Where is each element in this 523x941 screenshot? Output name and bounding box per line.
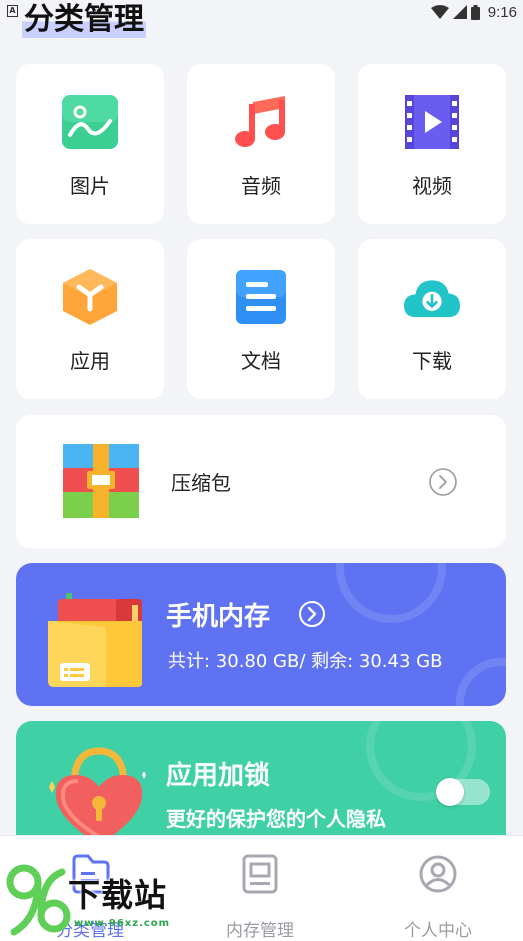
category-grid: 图片 音频 视频 应用 文档 下载 (16, 64, 506, 399)
category-label: 音频 (241, 174, 281, 198)
nav-personal-center[interactable]: 个人中心 (378, 854, 498, 941)
user-circle-icon (419, 855, 457, 893)
memory-usage-text: 共计: 30.80 GB/ 剩余: 30.43 GB (168, 651, 443, 672)
category-label: 图片 (70, 174, 110, 198)
bottom-nav: 分类管理 内存管理 个人中心 (0, 835, 523, 941)
category-label: 文档 (241, 349, 281, 373)
status-icons: 9:16 (430, 2, 517, 22)
app-cube-icon (62, 269, 118, 325)
archive-box-icon (63, 444, 139, 518)
storage-folder-icon (48, 593, 142, 687)
page-title: 分类管理 (22, 0, 146, 38)
nav-category-manage[interactable]: 分类管理 (30, 854, 150, 941)
cloud-download-icon (404, 269, 460, 325)
category-label: 下载 (412, 349, 452, 373)
nav-label: 分类管理 (56, 921, 124, 941)
notification-icon: A (7, 5, 18, 17)
music-note-icon (233, 94, 289, 150)
toggle-knob (436, 778, 464, 806)
video-play-icon (404, 94, 460, 150)
sd-card-icon (242, 854, 278, 894)
category-video[interactable]: 视频 (358, 64, 506, 224)
memory-title: 手机内存 (166, 602, 271, 632)
chevron-right-icon[interactable] (428, 467, 458, 497)
app-lock-subtitle: 更好的保护您的个人隐私 (166, 807, 386, 831)
chevron-right-icon[interactable] (298, 600, 326, 628)
phone-memory-card[interactable]: 手机内存 共计: 30.80 GB/ 剩余: 30.43 GB (16, 563, 506, 706)
nav-label: 内存管理 (226, 921, 294, 941)
category-documents[interactable]: 文档 (187, 239, 335, 399)
image-icon (62, 94, 118, 150)
category-label: 应用 (70, 349, 110, 373)
folder-icon (72, 854, 110, 894)
category-images[interactable]: 图片 (16, 64, 164, 224)
archive-label: 压缩包 (171, 471, 231, 495)
clock: 9:16 (487, 3, 517, 21)
status-bar: A 分类管理 9:16 (0, 0, 523, 38)
category-downloads[interactable]: 下载 (358, 239, 506, 399)
nav-label: 个人中心 (404, 921, 472, 941)
battery-icon (470, 4, 480, 20)
category-archives[interactable]: 压缩包 (16, 415, 506, 548)
category-label: 视频 (412, 174, 452, 198)
category-audio[interactable]: 音频 (187, 64, 335, 224)
decor-circle (336, 563, 446, 623)
category-apps[interactable]: 应用 (16, 239, 164, 399)
app-lock-toggle[interactable] (436, 778, 490, 806)
signal-icon (452, 5, 467, 19)
nav-memory-manage[interactable]: 内存管理 (200, 854, 320, 941)
app-lock-title: 应用加锁 (166, 761, 271, 791)
wifi-icon (430, 5, 449, 19)
decor-circle (456, 658, 506, 706)
document-icon (233, 269, 289, 325)
